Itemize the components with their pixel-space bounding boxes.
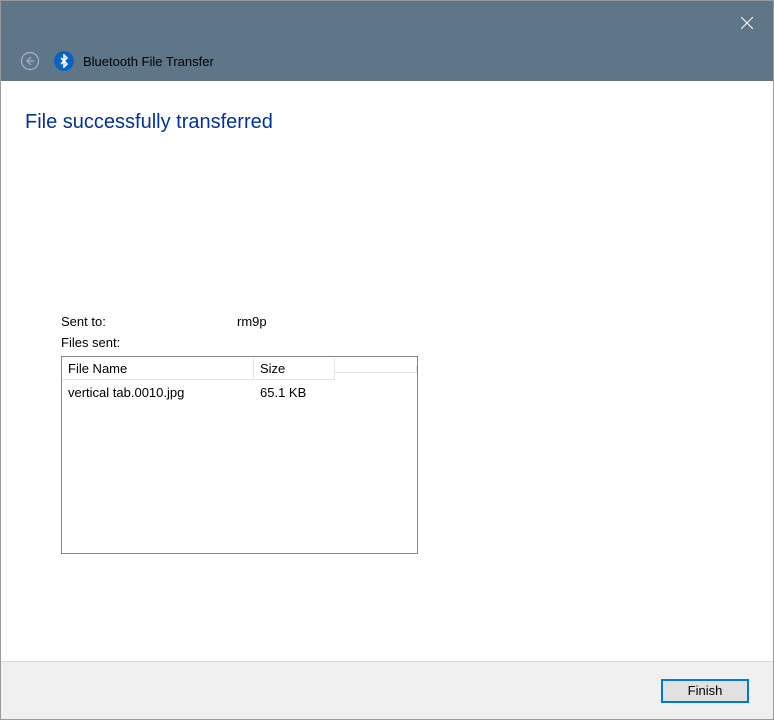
content-area: File successfully transferred Sent to: r… [1,81,773,661]
header-file-name[interactable]: File Name [62,358,254,380]
cell-file-name: vertical tab.0010.jpg [62,383,254,402]
titlebar-content: Bluetooth File Transfer [16,47,214,75]
sent-to-label: Sent to: [61,314,237,329]
table-row[interactable]: vertical tab.0010.jpg 65.1 KB [62,381,417,403]
header-size[interactable]: Size [254,358,335,380]
back-arrow-icon [20,51,40,71]
footer: Finish [1,661,773,719]
files-sent-label: Files sent: [61,335,735,350]
close-icon [741,17,753,29]
close-button[interactable] [724,9,770,37]
back-button [16,47,44,75]
transfer-info: Sent to: rm9p Files sent: File Name Size… [61,314,735,554]
bluetooth-icon [54,51,74,71]
files-table[interactable]: File Name Size vertical tab.0010.jpg 65.… [61,356,418,554]
titlebar: Bluetooth File Transfer [1,1,773,81]
finish-button[interactable]: Finish [661,679,749,703]
sent-to-row: Sent to: rm9p [61,314,735,329]
header-rest [335,366,417,373]
table-header: File Name Size [62,357,417,381]
sent-to-value: rm9p [237,314,267,329]
cell-size: 65.1 KB [254,383,335,402]
page-heading: File successfully transferred [25,111,735,134]
window-title: Bluetooth File Transfer [83,54,214,69]
